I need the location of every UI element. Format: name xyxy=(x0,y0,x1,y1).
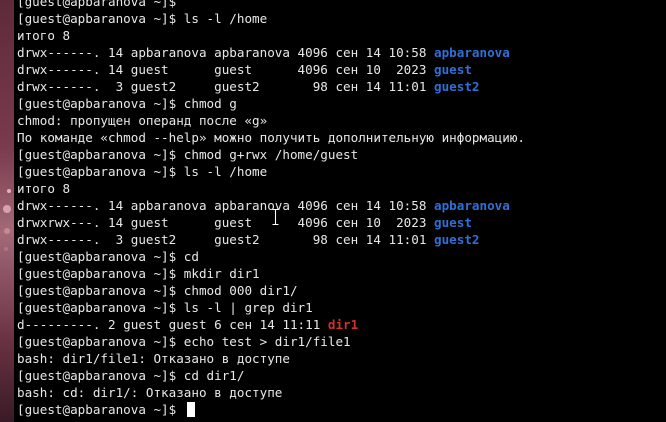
terminal-text: [guest@apbaranova ~]$ ls -l | grep dir1 xyxy=(17,300,313,315)
terminal-text: [guest@apbaranova ~]$ xyxy=(17,402,184,417)
text-cursor-icon xyxy=(272,209,279,225)
terminal-text: drwxrwx---. 14 guest guest 4096 сен 10 2… xyxy=(17,215,435,230)
terminal-line: drwx------. 14 apbaranova apbaranova 409… xyxy=(17,197,525,214)
terminal-text: chmod: пропущен операнд после «g» xyxy=(17,113,268,128)
terminal-line: [guest@apbaranova ~]$ ls -l /home xyxy=(17,10,525,27)
terminal-text: По команде «chmod --help» можно получить… xyxy=(17,130,525,145)
terminal-line: [guest@apbaranova ~]$ chmod g xyxy=(17,95,525,112)
terminal-line: [guest@apbaranova ~]$ xyxy=(17,401,525,418)
terminal-line: drwx------. 3 guest2 guest2 98 сен 14 11… xyxy=(17,231,525,248)
directory-name: guest xyxy=(434,215,472,230)
terminal-line: [guest@apbaranova ~]$ xyxy=(17,0,525,10)
terminal-text: [guest@apbaranova ~]$ chmod g+rwx /home/… xyxy=(17,147,359,162)
terminal-text: [guest@apbaranova ~]$ ls -l /home xyxy=(17,11,268,26)
terminal-line: drwx------. 14 apbaranova apbaranova 409… xyxy=(17,44,525,61)
terminal-line: drwxrwx---. 14 guest guest 4096 сен 10 2… xyxy=(17,214,525,231)
terminal-line: По команде «chmod --help» можно получить… xyxy=(17,129,525,146)
terminal-line: [guest@apbaranova ~]$ echo test > dir1/f… xyxy=(17,333,525,350)
terminal-line: итого 8 xyxy=(17,180,525,197)
directory-name: guest xyxy=(434,62,472,77)
terminal-line: [guest@apbaranova ~]$ ls -l /home xyxy=(17,163,525,180)
terminal-line: [guest@apbaranova ~]$ cd dir1/ xyxy=(17,367,525,384)
terminal-text: bash: cd: dir1/: Отказано в доступе xyxy=(17,385,283,400)
terminal-text: [guest@apbaranova ~]$ chmod g xyxy=(17,96,237,111)
terminal-text: [guest@apbaranova ~]$ ls -l /home xyxy=(17,164,268,179)
terminal-line: drwx------. 3 guest2 guest2 98 сен 14 11… xyxy=(17,78,525,95)
terminal-text: [guest@apbaranova ~]$ mkdir dir1 xyxy=(17,266,260,281)
restricted-directory-name: dir1 xyxy=(327,317,359,332)
terminal-text: drwx------. 14 apbaranova apbaranova 409… xyxy=(17,45,435,60)
terminal-text: drwx------. 14 apbaranova apbaranova 409… xyxy=(17,198,435,213)
block-cursor[interactable] xyxy=(186,402,195,417)
terminal-text: итого 8 xyxy=(17,28,71,43)
terminal-line: [guest@apbaranova ~]$ ls -l | grep dir1 xyxy=(17,299,525,316)
directory-name: guest2 xyxy=(434,232,480,247)
terminal-text: drwx------. 3 guest2 guest2 98 сен 14 11… xyxy=(17,232,435,247)
terminal-text: d---------. 2 guest guest 6 сен 14 11:11 xyxy=(17,317,328,332)
screen: [guest@apbaranova ~]$ [guest@apbaranova … xyxy=(0,0,666,422)
terminal-text: [guest@apbaranova ~]$ echo test > dir1/f… xyxy=(17,334,351,349)
terminal-text: bash: dir1/file1: Отказано в доступе xyxy=(17,351,290,366)
terminal-text: [guest@apbaranova ~]$ chmod 000 dir1/ xyxy=(17,283,298,298)
terminal-output: [guest@apbaranova ~]$ [guest@apbaranova … xyxy=(17,0,525,418)
directory-name: apbaranova xyxy=(434,45,510,60)
terminal-line: [guest@apbaranova ~]$ cd xyxy=(17,248,525,265)
terminal-line: [guest@apbaranova ~]$ chmod g+rwx /home/… xyxy=(17,146,525,163)
directory-name: guest2 xyxy=(434,79,480,94)
desktop-wallpaper-strip xyxy=(0,0,14,422)
terminal-line: bash: dir1/file1: Отказано в доступе xyxy=(17,350,525,367)
terminal-line: bash: cd: dir1/: Отказано в доступе xyxy=(17,384,525,401)
terminal-line: [guest@apbaranova ~]$ mkdir dir1 xyxy=(17,265,525,282)
terminal-line: chmod: пропущен операнд после «g» xyxy=(17,112,525,129)
terminal-text: [guest@apbaranova ~]$ xyxy=(17,0,184,9)
terminal-line: итого 8 xyxy=(17,27,525,44)
terminal-line: d---------. 2 guest guest 6 сен 14 11:11… xyxy=(17,316,525,333)
terminal-line: drwx------. 14 guest guest 4096 сен 10 2… xyxy=(17,61,525,78)
terminal-text: drwx------. 14 guest guest 4096 сен 10 2… xyxy=(17,62,435,77)
terminal-text: [guest@apbaranova ~]$ cd dir1/ xyxy=(17,368,245,383)
directory-name: apbaranova xyxy=(434,198,510,213)
terminal-text: итого 8 xyxy=(17,181,71,196)
terminal-window[interactable]: [guest@apbaranova ~]$ [guest@apbaranova … xyxy=(14,0,666,422)
terminal-text: drwx------. 3 guest2 guest2 98 сен 14 11… xyxy=(17,79,435,94)
terminal-line: [guest@apbaranova ~]$ chmod 000 dir1/ xyxy=(17,282,525,299)
terminal-text: [guest@apbaranova ~]$ cd xyxy=(17,249,199,264)
